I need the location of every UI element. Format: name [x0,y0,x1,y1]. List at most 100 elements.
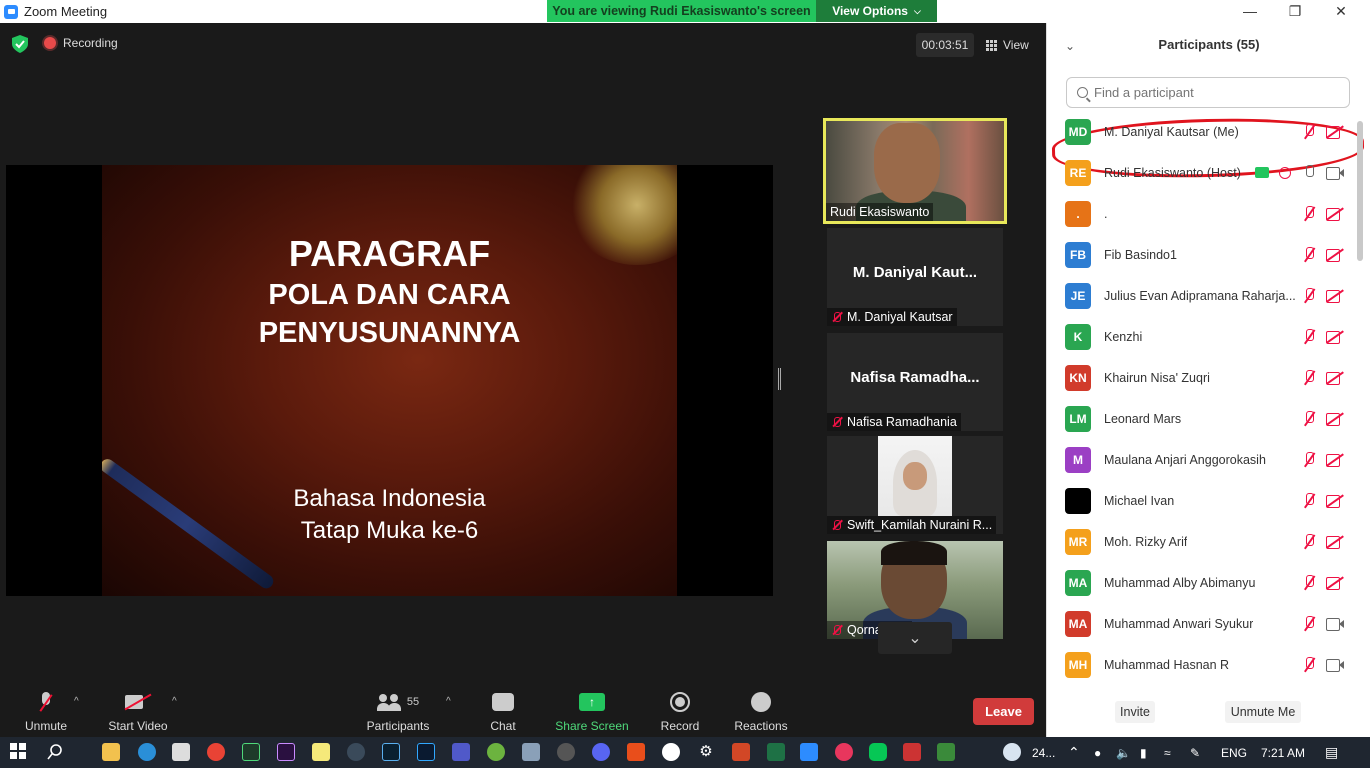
language-indicator[interactable]: ENG [1221,737,1247,768]
video-off-icon [1326,125,1344,139]
audition-icon[interactable] [242,743,260,761]
powerpoint-icon[interactable] [732,743,750,761]
discord-icon[interactable] [592,743,610,761]
app-icon-4[interactable] [903,743,921,761]
avatar: LM [1065,405,1091,432]
invite-button[interactable]: Invite [1115,701,1155,723]
line-icon[interactable] [869,743,887,761]
clock[interactable]: 7:21 AM [1261,737,1305,768]
participant-row[interactable]: KN Khairun Nisa' Zuqri [1047,357,1357,398]
photos-icon[interactable] [522,743,540,761]
participants-options-caret[interactable]: ^ [446,696,451,707]
participant-row[interactable]: RE Rudi Ekasiswanto (Host) [1047,152,1357,193]
office-icon[interactable] [627,743,645,761]
view-options-button[interactable]: View Options ⌵ [816,0,937,22]
search-input[interactable] [1094,85,1334,100]
battery-icon[interactable]: ▮ [1140,737,1147,768]
participant-row[interactable]: K Kenzhi [1047,316,1357,357]
premiere-icon[interactable] [277,743,295,761]
participant-name: Leonard Mars [1104,411,1182,426]
file-explorer-icon[interactable] [102,743,120,761]
view-button[interactable]: View [986,33,1029,57]
video-thumb-daniyal[interactable]: M. Daniyal Kaut... M. Daniyal Kautsar [827,228,1003,326]
window-controls: — ❐ ✕ [1046,0,1370,23]
app-icon-5[interactable] [937,743,955,761]
participants-count: 55 [406,696,420,708]
participant-row[interactable]: M Maulana Anjari Anggorokasih [1047,439,1357,480]
pen-icon[interactable]: ✎ [1190,737,1200,768]
teams-icon[interactable] [452,743,470,761]
chevron-up-icon[interactable]: ⌃ [1068,737,1080,768]
app-icon-3[interactable] [835,743,853,761]
app-icon-2[interactable] [662,743,680,761]
media-player-icon[interactable] [557,743,575,761]
participant-row[interactable]: MA Muhammad Anwari Syukur [1047,603,1357,644]
audio-options-caret[interactable]: ^ [74,696,79,707]
reactions-button[interactable]: Reactions [732,688,790,738]
video-off-icon [1326,494,1344,508]
video-thumb-nafisa[interactable]: Nafisa Ramadha... Nafisa Ramadhania [827,333,1003,431]
recording-indicator[interactable]: Recording [44,36,118,50]
chat-button[interactable]: Chat [483,688,523,738]
participant-row[interactable]: MD M. Daniyal Kautsar (Me) [1047,111,1357,152]
avatar: FB [1065,241,1091,268]
video-options-caret[interactable]: ^ [172,696,177,707]
volume-icon[interactable]: 🔈 [1116,737,1131,768]
share-screen-button[interactable]: ↑ Share Screen [554,688,630,738]
video-thumb-rudi[interactable]: Rudi Ekasiswanto [823,118,1007,224]
zoom-taskbar-icon[interactable] [800,743,818,761]
video-thumb-kamilah[interactable]: Swift_Kamilah Nuraini R... [827,436,1003,534]
record-button[interactable]: Record [658,688,702,738]
settings-icon[interactable]: ⚙ [697,743,715,761]
unmute-me-button[interactable]: Unmute Me [1225,701,1301,723]
mic-muted-icon [1302,410,1316,427]
start-video-button[interactable]: Start Video [106,688,170,738]
windows-start-icon[interactable] [10,743,28,761]
app-icon[interactable] [347,743,365,761]
participant-name: . [1104,206,1108,221]
search-icon [1077,87,1088,98]
excel-icon[interactable] [767,743,785,761]
weather-text[interactable]: 24... [1032,737,1055,768]
video-off-icon [1326,535,1344,549]
minimize-button[interactable]: — [1240,2,1260,20]
edge-icon[interactable] [138,743,156,761]
shield-icon[interactable] [12,35,28,53]
thumb-name-tag: Nafisa Ramadhania [827,413,961,431]
store-icon[interactable] [172,743,190,761]
participant-row[interactable]: MR Moh. Rizky Arif [1047,521,1357,562]
utorrent-icon[interactable] [487,743,505,761]
restore-button[interactable]: ❐ [1285,2,1305,20]
participant-row[interactable]: Michael Ivan [1047,480,1357,521]
mic-muted-icon [1302,533,1316,550]
mic-muted-icon [1302,246,1316,263]
sticky-notes-icon[interactable] [312,743,330,761]
participant-row[interactable]: MH Muhammad Hasnan R [1047,644,1357,685]
wifi-icon[interactable]: ≈ [1164,737,1171,768]
participant-row[interactable]: FB Fib Basindo1 [1047,234,1357,275]
video-off-icon [1326,330,1344,344]
participant-row[interactable]: .. [1047,193,1357,234]
participant-row[interactable]: MA Muhammad Alby Abimanyu [1047,562,1357,603]
weather-icon[interactable] [1003,743,1021,761]
avatar: JE [1065,282,1091,309]
thumbnail-scroll-down-button[interactable]: ⌄ [878,622,952,654]
video-off-icon [1326,371,1344,385]
notifications-icon[interactable]: ▤ [1325,737,1338,768]
panel-splitter[interactable] [778,368,781,390]
participant-list-scrollbar[interactable] [1357,121,1363,261]
photoshop-icon[interactable] [417,743,435,761]
search-icon[interactable] [46,743,64,761]
shared-screen[interactable]: PARAGRAF POLA DAN CARA PENYUSUNANNYA Bah… [6,165,773,596]
participant-search[interactable] [1066,77,1350,108]
leave-button[interactable]: Leave [973,698,1034,725]
participant-row[interactable]: LM Leonard Mars [1047,398,1357,439]
mic-tray-icon[interactable]: ● [1094,737,1101,768]
video-off-icon [1326,453,1344,467]
participant-row[interactable]: JE Julius Evan Adipramana Raharja... [1047,275,1357,316]
close-button[interactable]: ✕ [1331,2,1351,20]
lightroom-icon[interactable] [382,743,400,761]
chrome-icon[interactable] [207,743,225,761]
participants-button[interactable]: 55 Participants [364,688,432,738]
unmute-button[interactable]: Unmute [22,688,70,738]
